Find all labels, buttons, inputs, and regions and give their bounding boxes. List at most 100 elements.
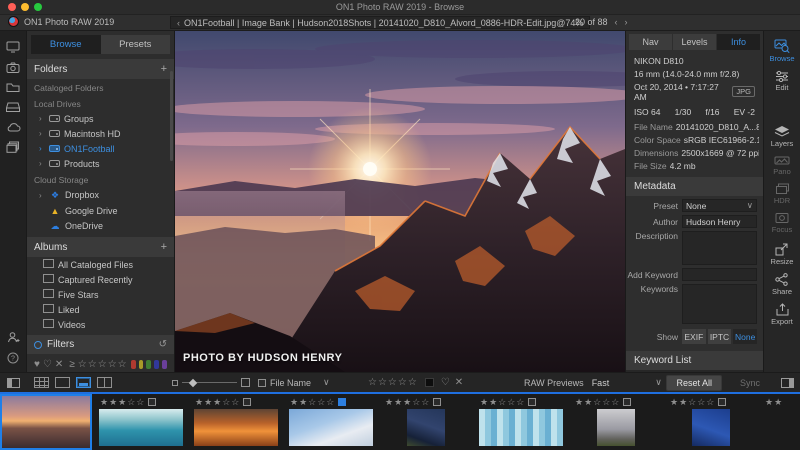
thumbnail[interactable]: ★★★☆☆ [95,394,187,450]
thumb-rating[interactable]: ★★★☆☆ [385,397,430,408]
albums-panel-header[interactable]: Albums + [27,237,174,257]
module-resize[interactable]: Resize [771,243,794,266]
gte-filter-icon[interactable]: ≥ [69,359,75,370]
thumbnail[interactable]: ★★★☆☆ [380,394,472,450]
toggle-right-panel-button[interactable] [781,378,794,388]
thumb-rating[interactable]: ★★☆☆☆ [290,397,335,408]
module-layers[interactable]: Layers [771,125,794,148]
folder-icon[interactable] [6,82,20,93]
module-edit[interactable]: Edit [775,70,789,92]
sync-button[interactable]: Sync [730,375,770,391]
thumb-checkbox[interactable] [148,398,156,406]
user-account-icon[interactable] [7,331,20,344]
keywords-field[interactable] [682,284,757,324]
color-label-green[interactable] [146,360,151,369]
thumbnail[interactable]: ★★☆☆☆ [570,394,662,450]
disclosure-icon[interactable]: › [39,129,45,138]
reset-all-button[interactable]: Reset All [666,375,722,391]
filters-toggle[interactable] [34,341,42,349]
album-item-liked[interactable]: Liked [27,302,174,317]
star-filter[interactable]: ☆☆☆☆☆ [78,359,128,370]
thumb-checkbox[interactable] [623,398,631,406]
show-exif-button[interactable]: EXIF [682,329,706,344]
thumb-image[interactable] [0,394,92,450]
thumbnail[interactable]: ★★☆☆☆ [665,394,757,450]
cloud-icon[interactable] [6,122,21,132]
like-control[interactable]: ♡ [441,377,451,388]
show-iptc-button[interactable]: IPTC [708,329,732,344]
toggle-left-panel-button[interactable] [7,378,20,388]
prev-photo-button[interactable]: ‹ [615,17,618,27]
module-pano[interactable]: Pano [773,155,791,176]
photo-viewer[interactable]: PHOTO BY HUDSON HENRY [175,31,625,372]
color-label-yellow[interactable] [139,360,144,369]
tab-browse[interactable]: Browse [31,35,101,54]
thumb-image[interactable] [692,409,730,446]
camera-icon[interactable] [6,62,20,73]
thumb-checkbox[interactable] [718,398,726,406]
sort-selector[interactable]: File Name ∨ [258,377,330,388]
thumbnail[interactable]: ★★☆☆☆ [285,394,377,450]
thumb-rating[interactable]: ★★☆☆☆ [480,397,525,408]
next-photo-button[interactable]: › [625,17,628,27]
sidebar-scrollbar[interactable] [170,71,173,161]
description-field[interactable] [682,231,757,265]
module-share[interactable]: Share [772,273,792,296]
not-liked-filter-icon[interactable]: ♡ [43,359,52,370]
drive-icon[interactable] [6,102,20,113]
thumb-color-label-blue[interactable] [338,398,346,406]
desktop-icon[interactable] [6,41,20,53]
thumb-image[interactable] [289,409,373,446]
metadata-panel-header[interactable]: Metadata [626,177,763,196]
rejected-filter-icon[interactable]: ✕ [55,359,63,370]
album-item-captured-recently[interactable]: Captured Recently [27,272,174,287]
disclosure-icon[interactable]: › [39,114,45,123]
thumb-image[interactable] [407,409,445,446]
disclosure-icon[interactable]: › [39,144,45,153]
add-keyword-field[interactable] [682,268,757,281]
add-album-button[interactable]: + [161,241,167,253]
folder-item-onedrive[interactable]: ☁ OneDrive [27,218,174,234]
module-focus[interactable]: Focus [772,212,792,234]
folder-item-dropbox[interactable]: › ❖ Dropbox [27,187,174,203]
liked-filter-icon[interactable]: ♥ [34,359,40,370]
thumbnail[interactable]: ★★☆☆☆ [475,394,567,450]
thumb-rating[interactable]: ★★ [765,397,783,408]
tab-presets[interactable]: Presets [101,35,171,54]
breadcrumb[interactable]: ‹ ON1Football | Image Bank | Hudson2018S… [170,16,590,29]
folder-item-google-drive[interactable]: ▲ Google Drive [27,203,174,218]
thumbnail-selected[interactable] [0,394,92,450]
folders-panel-header[interactable]: Folders + [27,59,174,79]
disclosure-icon[interactable]: › [39,159,45,168]
module-hdr[interactable]: HDR [774,183,790,205]
thumb-rating[interactable]: ★★★☆☆ [100,397,145,408]
tab-nav[interactable]: Nav [629,34,672,50]
album-item-five-stars[interactable]: Five Stars [27,287,174,302]
thumbnail-size-slider[interactable] [172,378,250,387]
thumb-rating[interactable]: ★★★☆☆ [195,397,240,408]
tab-levels[interactable]: Levels [673,34,716,50]
color-label-red[interactable] [131,360,136,369]
folder-item-on1football[interactable]: › ON1Football [27,141,174,156]
album-item-all-cataloged[interactable]: All Cataloged Files [27,257,174,272]
filmstrip-view-button[interactable] [76,377,91,388]
album-item-videos[interactable]: Videos [27,317,174,332]
slider-handle[interactable] [189,378,197,386]
module-browse[interactable]: Browse [769,39,794,63]
thumb-image[interactable] [99,409,183,446]
color-label-control[interactable] [425,378,434,387]
compare-view-button[interactable] [97,377,112,388]
disclosure-icon[interactable]: › [39,191,45,200]
color-label-purple[interactable] [162,360,167,369]
tab-info[interactable]: Info [717,34,760,50]
add-folder-button[interactable]: + [161,63,167,75]
color-label-blue[interactable] [154,360,159,369]
thumbnail[interactable]: ★★★☆☆ [190,394,282,450]
show-none-button[interactable]: None [733,329,757,344]
thumbnail-partial[interactable]: ★★ [760,394,780,450]
raw-previews-selector[interactable]: RAW Previews Fast ∨ [524,377,662,388]
thumb-image[interactable] [479,409,563,446]
reject-control[interactable]: ✕ [455,377,464,388]
folder-item-products[interactable]: › Products [27,156,174,171]
thumb-checkbox[interactable] [528,398,536,406]
